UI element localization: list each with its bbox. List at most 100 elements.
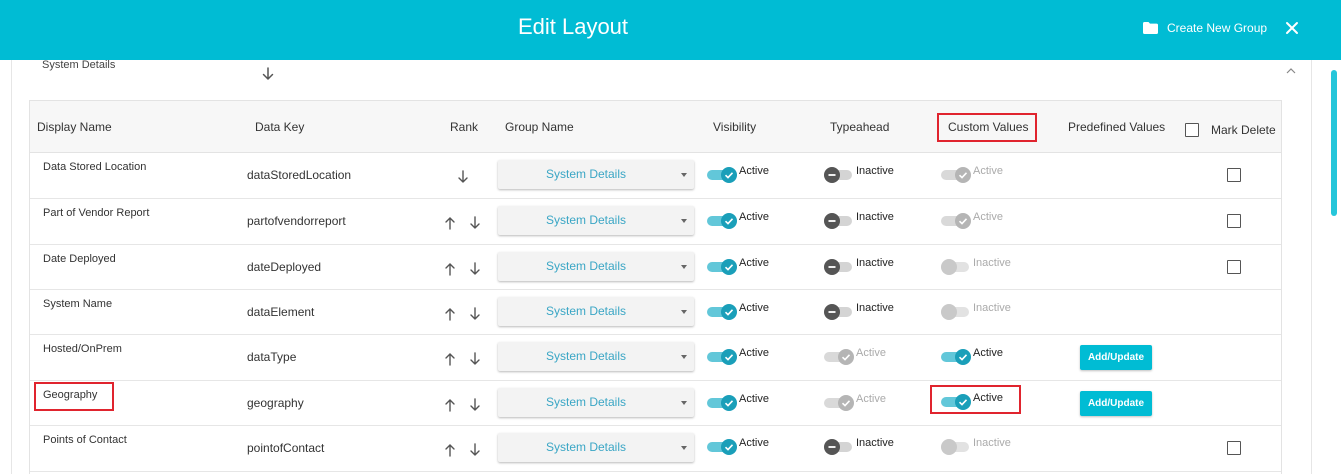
typeahead-toggle[interactable]: Inactive (824, 211, 904, 229)
custom-values-toggle[interactable]: Inactive (941, 257, 1021, 275)
group-select[interactable]: System Details (498, 388, 694, 417)
highlight-box (34, 382, 114, 411)
visibility-status: Active (739, 393, 769, 405)
table-header: Display Name Data Key Rank Group Name Vi… (30, 101, 1281, 153)
custom-values-toggle[interactable]: Active (941, 392, 1021, 410)
column-typeahead: Typeahead (830, 120, 890, 134)
typeahead-status: Inactive (856, 211, 894, 223)
arrow-up-icon[interactable] (444, 443, 456, 457)
visibility-toggle[interactable]: Active (707, 257, 787, 275)
display-name-cell: Hosted/OnPrem (43, 343, 122, 355)
custom-values-status: Active (973, 392, 1003, 404)
check-icon (955, 394, 971, 410)
table-row: Data Stored Location dataStoredLocation … (30, 153, 1281, 199)
typeahead-toggle[interactable]: Inactive (824, 257, 904, 275)
group-select[interactable]: System Details (498, 206, 694, 235)
dialog-header: Edit Layout Create New Group (0, 0, 1341, 60)
data-key-cell: dataStoredLocation (247, 168, 352, 182)
visibility-toggle[interactable]: Active (707, 393, 787, 411)
custom-values-status: Active (973, 211, 1003, 223)
add-update-button[interactable]: Add/Update (1080, 391, 1152, 416)
arrow-down-icon[interactable] (469, 216, 481, 230)
minus-icon (824, 439, 840, 455)
visibility-status: Active (739, 302, 769, 314)
data-key-cell: partofvendorreport (247, 214, 346, 228)
data-key-cell: geography (247, 396, 304, 410)
arrow-down-icon[interactable] (469, 443, 481, 457)
create-new-group-button[interactable]: Create New Group (1143, 18, 1267, 38)
arrow-up-icon[interactable] (444, 216, 456, 230)
mark-delete-checkbox[interactable] (1227, 168, 1241, 182)
typeahead-toggle[interactable]: Inactive (824, 165, 904, 183)
group-select[interactable]: System Details (498, 342, 694, 371)
arrow-up-icon[interactable] (444, 307, 456, 321)
typeahead-toggle[interactable]: Inactive (824, 302, 904, 320)
custom-values-toggle[interactable]: Inactive (941, 437, 1021, 455)
typeahead-status: Inactive (856, 437, 894, 449)
minus-icon (824, 167, 840, 183)
arrow-down-icon[interactable] (457, 170, 469, 184)
mark-delete-checkbox[interactable] (1227, 260, 1241, 274)
typeahead-toggle[interactable]: Active (824, 393, 904, 411)
custom-values-toggle[interactable]: Active (941, 165, 1021, 183)
arrow-up-icon[interactable] (444, 352, 456, 366)
visibility-toggle[interactable]: Active (707, 302, 787, 320)
add-update-button[interactable]: Add/Update (1080, 345, 1152, 370)
table-row: Date Deployed dateDeployed System Detail… (30, 245, 1281, 290)
caret-down-icon (681, 446, 687, 450)
check-icon (721, 395, 737, 411)
column-mark-delete: Mark Delete (1211, 123, 1276, 137)
mark-delete-checkbox[interactable] (1227, 214, 1241, 228)
table-row: System Name dataElement System Details A… (30, 290, 1281, 335)
group-select-value: System Details (545, 349, 627, 363)
custom-values-toggle[interactable]: Inactive (941, 302, 1021, 320)
caret-down-icon (681, 401, 687, 405)
data-key-cell: dataElement (247, 305, 315, 319)
visibility-status: Active (739, 257, 769, 269)
check-icon (955, 213, 971, 229)
table-row: Points of Contact pointofContact System … (30, 426, 1281, 472)
arrow-down-icon[interactable] (469, 307, 481, 321)
scrollbar-thumb[interactable] (1331, 70, 1337, 216)
table-row: Part of Vendor Report partofvendorreport… (30, 199, 1281, 245)
custom-values-status: Inactive (973, 302, 1011, 314)
close-icon[interactable] (1283, 18, 1301, 38)
visibility-toggle[interactable]: Active (707, 347, 787, 365)
arrow-down-icon[interactable] (469, 352, 481, 366)
arrow-up-icon[interactable] (444, 398, 456, 412)
visibility-status: Active (739, 437, 769, 449)
group-select[interactable]: System Details (498, 433, 694, 462)
caret-down-icon (681, 265, 687, 269)
mark-delete-all-checkbox[interactable] (1185, 123, 1199, 137)
custom-values-status: Inactive (973, 437, 1011, 449)
group-select-value: System Details (545, 167, 627, 181)
arrow-up-icon[interactable] (444, 262, 456, 276)
check-icon (955, 349, 971, 365)
group-select-value: System Details (545, 395, 627, 409)
group-select[interactable]: System Details (498, 252, 694, 281)
visibility-status: Active (739, 347, 769, 359)
custom-values-toggle[interactable]: Active (941, 211, 1021, 229)
group-select-value: System Details (545, 259, 627, 273)
data-key-cell: dateDeployed (247, 260, 322, 274)
data-key-cell: dataType (247, 350, 297, 364)
group-select[interactable]: System Details (498, 297, 694, 326)
column-predefined-values: Predefined Values (1068, 120, 1166, 134)
visibility-toggle[interactable]: Active (707, 165, 787, 183)
column-data-key: Data Key (255, 120, 305, 134)
typeahead-status: Active (856, 347, 886, 359)
group-select[interactable]: System Details (498, 160, 694, 189)
arrow-down-icon[interactable] (261, 67, 275, 81)
visibility-toggle[interactable]: Active (707, 437, 787, 455)
arrow-down-icon[interactable] (469, 262, 481, 276)
custom-values-toggle[interactable]: Active (941, 347, 1021, 365)
chevron-up-icon[interactable] (1285, 66, 1297, 76)
mark-delete-checkbox[interactable] (1227, 441, 1241, 455)
check-icon (721, 213, 737, 229)
group-select-value: System Details (545, 440, 627, 454)
arrow-down-icon[interactable] (469, 398, 481, 412)
data-key-cell: pointofContact (247, 441, 325, 455)
typeahead-toggle[interactable]: Active (824, 347, 904, 365)
visibility-toggle[interactable]: Active (707, 211, 787, 229)
typeahead-toggle[interactable]: Inactive (824, 437, 904, 455)
